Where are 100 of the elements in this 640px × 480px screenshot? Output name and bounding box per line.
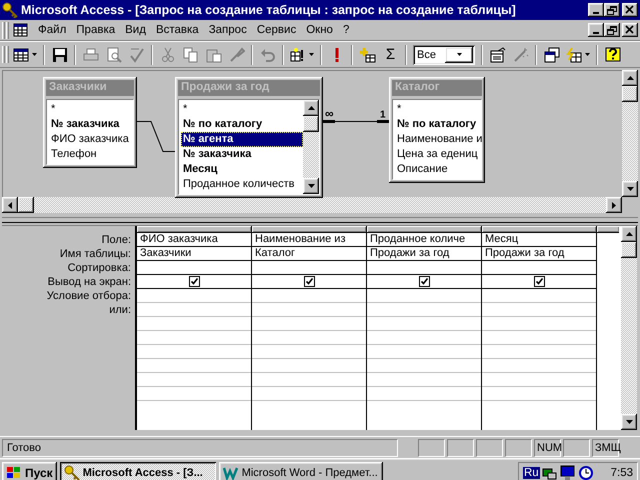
document-w-icon bbox=[222, 464, 239, 480]
scroll-left-button[interactable] bbox=[2, 197, 18, 213]
field-item[interactable]: Наименование и bbox=[395, 132, 484, 147]
horizontal-scrollbar[interactable] bbox=[2, 197, 622, 213]
document-close-button[interactable] bbox=[622, 23, 638, 37]
grid-scrollbar[interactable] bbox=[621, 226, 637, 430]
show-checkbox[interactable] bbox=[304, 276, 314, 287]
status-pane bbox=[447, 438, 474, 456]
table-icon bbox=[13, 22, 29, 38]
vertical-scrollbar[interactable] bbox=[622, 70, 638, 197]
menu-item[interactable]: Правка bbox=[71, 22, 120, 38]
restore-button[interactable] bbox=[604, 3, 620, 17]
menu-item[interactable]: ? bbox=[338, 22, 354, 38]
close-icon bbox=[625, 25, 635, 35]
minimize-icon bbox=[593, 32, 599, 34]
field-item[interactable]: № агента bbox=[181, 132, 303, 147]
document-restore-button[interactable] bbox=[604, 23, 620, 37]
top-values-dropdown[interactable]: Все bbox=[413, 44, 475, 64]
scroll-thumb[interactable] bbox=[622, 86, 638, 102]
printer-icon bbox=[82, 46, 98, 62]
field-item[interactable]: * bbox=[181, 102, 303, 117]
table-cell[interactable]: Продажи за год bbox=[367, 247, 481, 261]
column-selector[interactable] bbox=[367, 226, 481, 233]
field-list[interactable]: * № заказчика ФИО заказчика Телефон bbox=[46, 99, 134, 165]
taskbar-button[interactable]: Microsoft Access - [З... bbox=[60, 462, 216, 480]
field-cell[interactable]: Месяц bbox=[482, 233, 596, 247]
field-list-window[interactable]: Продажи за год * № по каталогу № агента № заказчика Месяц Проданное количеств bbox=[175, 77, 323, 198]
field-item[interactable]: Телефон bbox=[49, 147, 133, 162]
show-checkbox[interactable] bbox=[188, 276, 200, 287]
field-item[interactable]: Цена за едениц bbox=[395, 147, 484, 162]
key-icon bbox=[2, 2, 18, 18]
table-cell[interactable]: Заказчики bbox=[137, 247, 251, 261]
down-arrow-icon bbox=[626, 420, 632, 424]
field-item[interactable]: ФИО заказчика bbox=[49, 132, 133, 147]
scroll-thumb[interactable] bbox=[621, 242, 637, 258]
menu-item[interactable]: Окно bbox=[301, 22, 338, 38]
monitor-icon bbox=[560, 464, 576, 480]
scroll-thumb[interactable] bbox=[303, 116, 319, 132]
start-button[interactable]: Пуск bbox=[2, 462, 57, 480]
caret-icon bbox=[585, 53, 590, 56]
field-list-window[interactable]: Каталог * № по каталогу Наименование и Цена за едениц Описание bbox=[389, 77, 485, 183]
field-list-scrollbar[interactable] bbox=[303, 100, 319, 194]
field-item[interactable]: Проданное количеств bbox=[181, 177, 303, 192]
scroll-up-button[interactable] bbox=[303, 100, 319, 116]
scroll-down-button[interactable] bbox=[622, 181, 638, 197]
status-indicator: NUM bbox=[534, 438, 561, 456]
column-selector[interactable] bbox=[597, 226, 619, 233]
menu-item[interactable]: Вид bbox=[120, 22, 151, 38]
left-arrow-icon bbox=[8, 202, 12, 208]
field-list[interactable]: * № по каталогу Наименование и Цена за едениц Описание bbox=[392, 99, 482, 180]
join-line[interactable] bbox=[136, 121, 176, 152]
field-item[interactable]: № по каталогу bbox=[395, 117, 484, 132]
field-list-title: Заказчики bbox=[46, 80, 134, 96]
key-icon bbox=[64, 464, 80, 480]
scroll-right-button[interactable] bbox=[606, 197, 622, 213]
scroll-up-button[interactable] bbox=[621, 226, 637, 242]
field-list-title: Каталог bbox=[392, 80, 482, 96]
close-button[interactable] bbox=[622, 3, 638, 17]
many-label: ∞ bbox=[325, 106, 334, 120]
field-cell[interactable]: Наименование из bbox=[252, 233, 366, 247]
column-selector[interactable] bbox=[252, 226, 366, 233]
language-indicator[interactable]: Ru bbox=[523, 466, 540, 478]
caret-icon bbox=[456, 53, 462, 56]
field-item[interactable]: Описание bbox=[395, 162, 484, 177]
menu-item[interactable]: Вставка bbox=[150, 22, 204, 38]
menu-item[interactable]: Файл bbox=[33, 22, 72, 38]
field-item[interactable]: * bbox=[395, 102, 484, 117]
menu-item[interactable]: Сервис bbox=[252, 22, 302, 38]
add-table-icon bbox=[360, 46, 376, 62]
right-arrow-icon bbox=[612, 202, 616, 208]
field-item[interactable]: № заказчика bbox=[181, 147, 303, 162]
field-item[interactable]: № заказчика bbox=[49, 117, 133, 132]
paintbrush-icon bbox=[228, 46, 244, 62]
minimize-icon bbox=[593, 12, 599, 14]
field-cell[interactable]: Проданное количе bbox=[367, 233, 481, 247]
scroll-thumb[interactable] bbox=[18, 197, 34, 213]
scroll-up-button[interactable] bbox=[622, 70, 638, 86]
column-selector[interactable] bbox=[137, 226, 251, 233]
status-pane bbox=[505, 438, 532, 456]
relationship-line[interactable] bbox=[322, 120, 390, 123]
field-cell[interactable]: ФИО заказчика bbox=[137, 233, 251, 247]
menu-item[interactable]: Запрос bbox=[204, 22, 252, 38]
field-item[interactable]: Месяц bbox=[181, 162, 303, 177]
field-list[interactable]: * № по каталогу № агента № заказчика Месяц Проданное количеств bbox=[178, 99, 320, 195]
scroll-down-button[interactable] bbox=[303, 178, 319, 194]
field-item[interactable]: * bbox=[49, 102, 133, 117]
windows-flag-icon bbox=[6, 464, 22, 480]
document-minimize-button[interactable] bbox=[588, 23, 604, 37]
field-item[interactable]: № по каталогу bbox=[181, 117, 303, 132]
taskbar-button[interactable]: Microsoft Word - Предмет... bbox=[218, 462, 383, 480]
table-cell[interactable]: Каталог bbox=[252, 247, 366, 261]
minimize-button[interactable] bbox=[588, 3, 604, 17]
paste-icon bbox=[206, 46, 222, 62]
column-selector[interactable] bbox=[482, 226, 596, 233]
show-checkbox[interactable] bbox=[534, 276, 544, 287]
show-checkbox[interactable] bbox=[418, 276, 430, 287]
table-cell[interactable]: Продажи за год bbox=[482, 247, 596, 261]
status-pane bbox=[476, 438, 503, 456]
scroll-down-button[interactable] bbox=[621, 414, 637, 430]
field-list-window[interactable]: Заказчики * № заказчика ФИО заказчика Телефон bbox=[43, 77, 137, 168]
